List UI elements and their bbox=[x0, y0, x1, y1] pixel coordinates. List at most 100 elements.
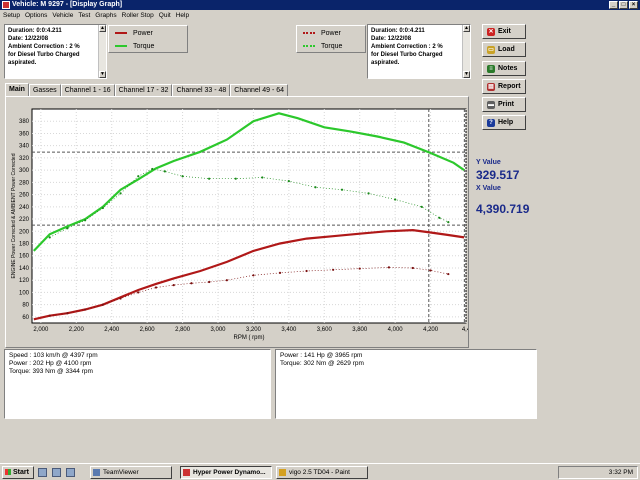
info-line: Date: 12/22/08 bbox=[8, 36, 49, 42]
folder-icon: ▭ bbox=[487, 45, 495, 54]
menu-quit[interactable]: Quit bbox=[159, 10, 171, 21]
x-tick-label: 2,600 bbox=[140, 327, 156, 333]
torque-dotted-point bbox=[119, 192, 122, 195]
print-button[interactable]: ▬ Print bbox=[482, 97, 526, 112]
start-button[interactable]: Start bbox=[2, 466, 34, 479]
y-tick-label: 340 bbox=[19, 144, 30, 150]
menu-setup[interactable]: Setup bbox=[3, 10, 20, 21]
info-scrollbar[interactable]: ▲ ▼ bbox=[98, 25, 106, 78]
summary-right: Power : 141 Hp @ 3965 rpm Torque: 302 Nm… bbox=[275, 349, 537, 419]
close-button[interactable]: × bbox=[629, 1, 638, 9]
report-icon: ▤ bbox=[487, 82, 495, 91]
legend-power-dotted: Power bbox=[303, 28, 341, 38]
exit-button[interactable]: ✕ Exit bbox=[482, 24, 526, 39]
x-tick-label: 3,200 bbox=[246, 327, 262, 333]
summary-left: Speed : 103 km/h @ 4397 rpm Power : 202 … bbox=[4, 349, 271, 419]
torque-dotted-point bbox=[48, 236, 51, 239]
power-dotted-point bbox=[84, 308, 87, 311]
scroll-up-icon[interactable]: ▲ bbox=[463, 25, 470, 32]
minimize-button[interactable]: _ bbox=[609, 1, 618, 9]
menu-bar: Setup Options Vehicle Test Graphs Roller… bbox=[0, 10, 640, 21]
torque-dotted-point bbox=[163, 170, 166, 173]
y-axis-label: ENGINE Power Corrected & AMBIENT Power C… bbox=[11, 153, 17, 278]
info-line: Ambient Correction : 2 % bbox=[8, 44, 80, 50]
x-tick-label: 4,200 bbox=[423, 327, 439, 333]
scroll-down-icon[interactable]: ▼ bbox=[463, 71, 470, 78]
power-dotted-point bbox=[305, 269, 308, 273]
info-line: Ambient Correction : 2 % bbox=[371, 44, 443, 50]
x-value-readout: 4,390.719 bbox=[476, 202, 530, 216]
power-dotted-point bbox=[119, 297, 122, 300]
menu-roller-stop[interactable]: Roller Stop bbox=[122, 10, 154, 21]
window-title: Vehicle: M 9297 - [Display Graph] bbox=[12, 1, 123, 8]
legend-left: Power Torque bbox=[108, 25, 188, 53]
quicklaunch-browser-icon[interactable] bbox=[52, 468, 61, 477]
x-tick-label: 2,400 bbox=[104, 327, 120, 333]
app-icon bbox=[2, 1, 10, 9]
paint-icon bbox=[279, 469, 286, 476]
taskbar: Start TeamViewer Hyper Power Dynamo... v… bbox=[0, 463, 640, 480]
y-tick-label: 260 bbox=[19, 193, 30, 199]
x-tick-label: 3,000 bbox=[210, 327, 226, 333]
quicklaunch-media-icon[interactable] bbox=[66, 468, 75, 477]
power-dotted-point bbox=[154, 286, 158, 289]
window-controls: _ □ × bbox=[609, 1, 638, 9]
summary-line: Power : 141 Hp @ 3965 rpm bbox=[280, 352, 363, 359]
scroll-up-icon[interactable]: ▲ bbox=[99, 25, 106, 32]
tab-channel-17-32[interactable]: Channel 17 - 32 bbox=[114, 84, 173, 96]
torque-dotted-point bbox=[287, 180, 290, 183]
power-dotted-point bbox=[48, 314, 51, 317]
tab-channel-33-48[interactable]: Channel 33 - 48 bbox=[172, 84, 231, 96]
clock[interactable]: 3:32 PM bbox=[609, 469, 633, 476]
x-tick-label: 4,4 bbox=[462, 327, 468, 333]
taskbar-item-dynamo[interactable]: Hyper Power Dynamo... bbox=[180, 466, 272, 479]
quicklaunch-desktop-icon[interactable] bbox=[38, 468, 47, 477]
load-button[interactable]: ▭ Load bbox=[482, 42, 526, 57]
x-tick-label: 2,000 bbox=[33, 327, 49, 333]
menu-options[interactable]: Options bbox=[25, 10, 47, 21]
tab-main[interactable]: Main bbox=[5, 83, 29, 96]
notes-button[interactable]: ≡ Notes bbox=[482, 61, 526, 76]
power-dotted-point bbox=[332, 268, 335, 271]
dynamo-icon bbox=[183, 469, 190, 476]
summary-line: Power : 202 Hp @ 4100 rpm bbox=[9, 360, 92, 367]
taskbar-item-teamviewer[interactable]: TeamViewer bbox=[90, 466, 172, 479]
x-tick-label: 3,400 bbox=[281, 327, 297, 333]
torque-dotted-point bbox=[438, 216, 441, 219]
info-scrollbar[interactable]: ▲ ▼ bbox=[462, 25, 470, 78]
dyno-chart[interactable]: 60 80 100 120 140 160 180 200 220 240 260 280 300 320… bbox=[6, 97, 471, 347]
power-dotted-point bbox=[172, 283, 175, 287]
report-button[interactable]: ▤ Report bbox=[482, 79, 526, 94]
torque-dotted-point bbox=[394, 198, 397, 201]
help-button[interactable]: ? Help bbox=[482, 115, 526, 130]
menu-test[interactable]: Test bbox=[78, 10, 90, 21]
system-tray: 3:32 PM bbox=[558, 466, 638, 479]
y-tick-label: 200 bbox=[19, 229, 30, 235]
torque-dotted-point bbox=[137, 175, 140, 178]
torque-dotted-point bbox=[208, 177, 211, 180]
tab-channel-49-64[interactable]: Channel 49 - 64 bbox=[230, 84, 289, 96]
maximize-button[interactable]: □ bbox=[619, 1, 628, 9]
x-value-label: X Value bbox=[476, 185, 501, 192]
y-tick-label: 300 bbox=[19, 168, 30, 174]
tab-gasses[interactable]: Gasses bbox=[28, 84, 61, 96]
tab-channel-1-16[interactable]: Channel 1 - 16 bbox=[60, 84, 115, 96]
menu-help[interactable]: Help bbox=[176, 10, 189, 21]
torque-dotted-point bbox=[66, 227, 69, 230]
x-axis-label: RPM ( rpm) bbox=[234, 335, 265, 341]
y-tick-label: 180 bbox=[19, 242, 30, 248]
menu-graphs[interactable]: Graphs bbox=[95, 10, 116, 21]
y-tick-label: 220 bbox=[19, 217, 30, 223]
y-tick-label: 140 bbox=[19, 266, 30, 272]
torque-dotted-point bbox=[420, 205, 423, 208]
torque-dotted-point bbox=[261, 176, 264, 179]
taskbar-item-paint[interactable]: vigo 2.5 TD04 - Paint bbox=[276, 466, 368, 479]
power-dotted-point bbox=[278, 271, 282, 274]
scroll-down-icon[interactable]: ▼ bbox=[99, 71, 106, 78]
x-tick-label: 2,200 bbox=[69, 327, 85, 333]
notes-icon: ≡ bbox=[487, 64, 495, 73]
menu-vehicle[interactable]: Vehicle bbox=[52, 10, 73, 21]
torque-dotted-point bbox=[314, 186, 317, 189]
power-dotted-point bbox=[137, 291, 140, 294]
y-tick-label: 380 bbox=[19, 119, 30, 125]
